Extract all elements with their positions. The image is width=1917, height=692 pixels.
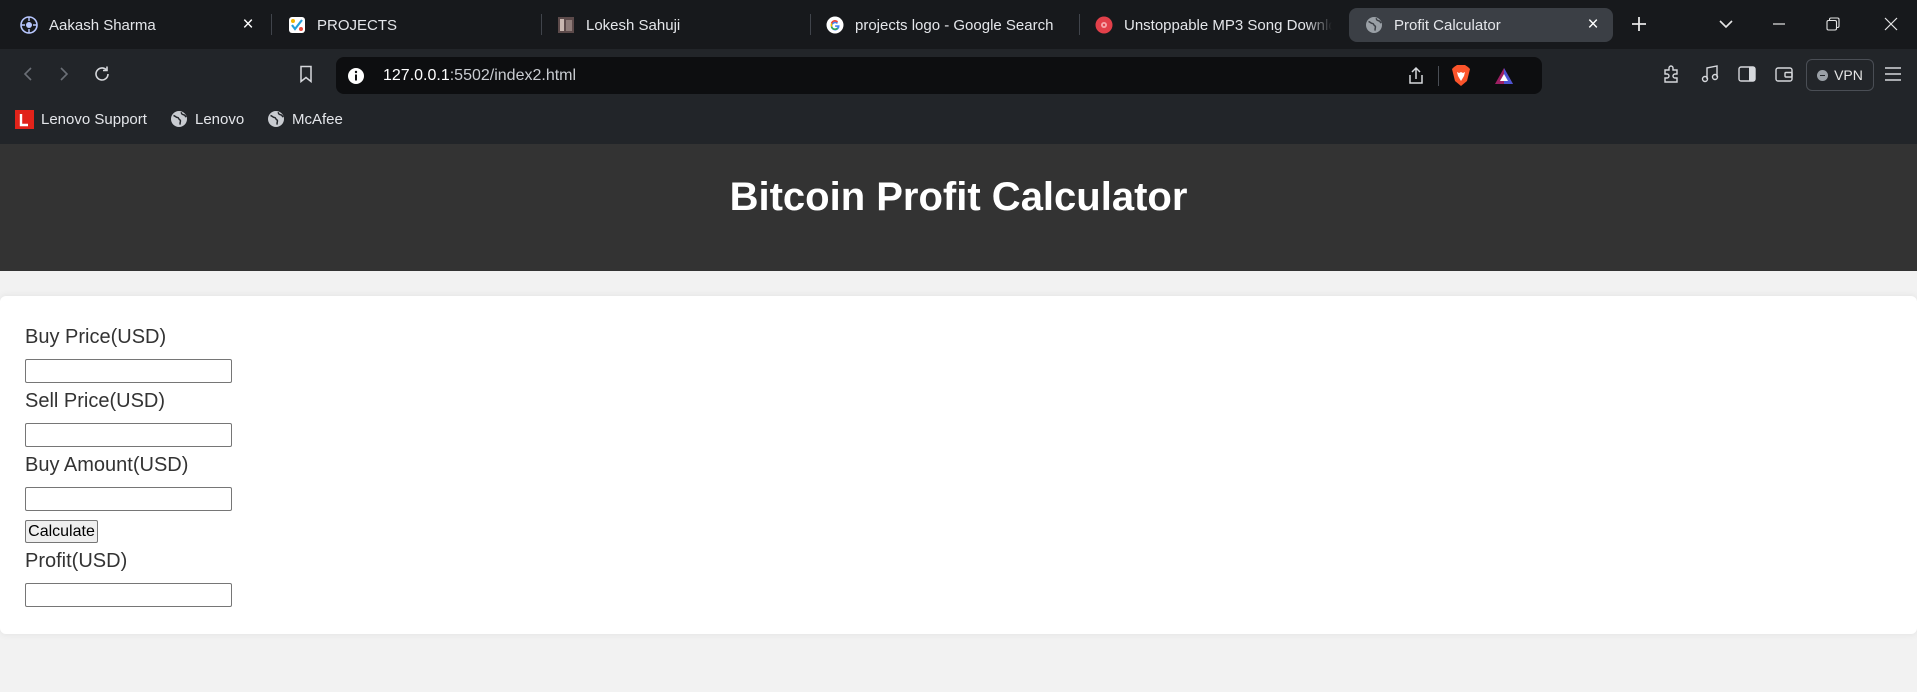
google-icon xyxy=(826,16,844,34)
project-app-icon xyxy=(288,16,306,34)
bookmark-button[interactable] xyxy=(293,61,319,87)
close-window-button[interactable] xyxy=(1879,12,1903,36)
new-tab-button[interactable] xyxy=(1627,12,1651,36)
tab-title: PROJECTS xyxy=(317,16,398,34)
buy-price-input[interactable] xyxy=(25,359,232,383)
bookmark-label: Lenovo Support xyxy=(41,110,147,128)
music-note-icon xyxy=(1701,65,1719,83)
tab-list-button[interactable] xyxy=(1714,12,1738,36)
tab-title: Lokesh Sahuji xyxy=(586,16,681,34)
restore-button[interactable] xyxy=(1821,12,1845,36)
media-button[interactable] xyxy=(1697,61,1723,87)
bookmark-label: McAfee xyxy=(292,110,343,128)
tab-title: Unstoppable MP3 Song Downlo xyxy=(1124,16,1332,34)
chevron-left-icon xyxy=(23,67,32,81)
vpn-label: VPN xyxy=(1834,67,1863,83)
profile-photo-icon xyxy=(557,16,575,34)
url-path: :5502/index2.html xyxy=(449,67,577,84)
music-disc-icon xyxy=(1095,16,1113,34)
close-icon[interactable]: × xyxy=(238,15,258,35)
sidebar-icon xyxy=(1738,66,1756,82)
puzzle-icon xyxy=(1664,65,1678,83)
tab-separator xyxy=(810,14,811,35)
restore-icon xyxy=(1826,17,1840,31)
tab-title: projects logo - Google Search xyxy=(855,16,1054,34)
plus-icon xyxy=(1632,17,1646,31)
tab-title: Aakash Sharma xyxy=(49,16,156,34)
page-title: Bitcoin Profit Calculator xyxy=(729,175,1188,219)
profit-output[interactable] xyxy=(25,583,232,607)
tab-strip: Aakash Sharma × PROJECTS Lokesh Sahuji p… xyxy=(0,0,1917,49)
brave-shields-icon[interactable] xyxy=(1450,64,1472,88)
buy-amount-input[interactable] xyxy=(25,487,232,511)
wallet-button[interactable] xyxy=(1771,61,1797,87)
chevron-right-icon xyxy=(60,67,69,81)
tab-separator xyxy=(541,14,542,35)
bookmark-lenovo[interactable]: Lenovo xyxy=(169,108,244,130)
vpn-status-icon xyxy=(1817,69,1829,81)
share-icon[interactable] xyxy=(1406,66,1426,86)
brave-rewards-icon[interactable] xyxy=(1493,65,1515,87)
back-button[interactable] xyxy=(15,61,41,87)
address-bar[interactable]: 127.0.0.1:5502/index2.html xyxy=(336,57,1542,94)
calculator-card xyxy=(0,296,1917,634)
divider xyxy=(1438,66,1439,86)
sidebar-button[interactable] xyxy=(1734,61,1760,87)
sell-price-label: Sell Price(USD) xyxy=(25,390,166,412)
tab-lokesh-sahuji[interactable]: Lokesh Sahuji xyxy=(557,8,807,42)
url-host: 127.0.0.1 xyxy=(383,67,450,84)
close-icon xyxy=(1884,17,1898,31)
tab-separator xyxy=(1079,14,1080,35)
reload-icon xyxy=(95,66,109,81)
tab-google-search[interactable]: projects logo - Google Search xyxy=(826,8,1076,42)
tab-separator xyxy=(271,14,272,35)
minimize-icon xyxy=(1773,23,1785,25)
url-text[interactable]: 127.0.0.1:5502/index2.html xyxy=(383,67,576,85)
bookmark-lenovo-support[interactable]: Lenovo Support xyxy=(15,108,147,130)
buy-amount-label: Buy Amount(USD) xyxy=(25,454,189,476)
bookmark-icon xyxy=(300,65,312,83)
minimize-button[interactable] xyxy=(1767,12,1791,36)
menu-button[interactable] xyxy=(1880,61,1906,87)
tab-aakash-sharma[interactable]: Aakash Sharma × xyxy=(10,8,268,42)
bookmark-label: Lenovo xyxy=(195,110,245,128)
lenovo-icon xyxy=(15,109,34,129)
reload-button[interactable] xyxy=(89,61,115,87)
extensions-button[interactable] xyxy=(1659,61,1685,87)
vpn-button[interactable]: VPN xyxy=(1806,59,1874,91)
close-icon[interactable]: × xyxy=(1583,15,1603,35)
site-info-icon[interactable] xyxy=(347,67,365,85)
tab-title: Profit Calculator xyxy=(1394,16,1501,34)
hamburger-menu-icon xyxy=(1885,67,1901,81)
globe-icon xyxy=(169,110,188,129)
tab-projects[interactable]: PROJECTS xyxy=(288,8,538,42)
globe-icon xyxy=(266,110,285,129)
tab-unstoppable-mp3[interactable]: Unstoppable MP3 Song Downlo xyxy=(1095,8,1335,42)
chevron-down-icon xyxy=(1719,20,1733,29)
forward-button[interactable] xyxy=(51,61,77,87)
profit-label: Profit(USD) xyxy=(25,550,128,572)
buy-price-label: Buy Price(USD) xyxy=(25,326,167,348)
github-icon xyxy=(20,16,38,34)
sell-price-input[interactable] xyxy=(25,423,232,447)
calculate-button[interactable]: Calculate xyxy=(25,520,98,543)
tab-profit-calculator[interactable]: Profit Calculator × xyxy=(1349,8,1613,42)
wallet-icon xyxy=(1775,67,1793,82)
bookmark-mcafee[interactable]: McAfee xyxy=(266,108,343,130)
globe-icon xyxy=(1365,16,1383,34)
